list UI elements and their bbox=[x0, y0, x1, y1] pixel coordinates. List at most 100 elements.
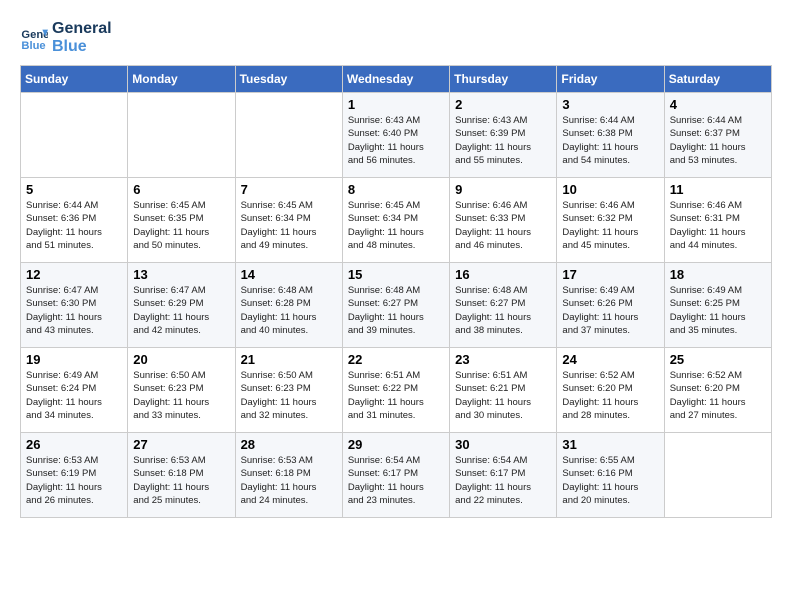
day-number: 26 bbox=[26, 437, 122, 452]
day-number: 21 bbox=[241, 352, 337, 367]
calendar-cell: 11Sunrise: 6:46 AMSunset: 6:31 PMDayligh… bbox=[664, 178, 771, 263]
day-number: 10 bbox=[562, 182, 658, 197]
day-info: Sunrise: 6:48 AMSunset: 6:27 PMDaylight:… bbox=[455, 284, 551, 337]
day-number: 20 bbox=[133, 352, 229, 367]
day-info: Sunrise: 6:43 AMSunset: 6:39 PMDaylight:… bbox=[455, 114, 551, 167]
day-number: 16 bbox=[455, 267, 551, 282]
calendar-cell: 23Sunrise: 6:51 AMSunset: 6:21 PMDayligh… bbox=[450, 348, 557, 433]
calendar-week-row: 26 Sunrise: 6:53 AMSunset: 6:19 PMDayligh… bbox=[21, 433, 772, 518]
day-info: Sunrise: 6:49 AMSunset: 6:25 PMDaylight:… bbox=[670, 284, 766, 337]
day-info: Sunrise: 6:54 AMSunset: 6:17 PMDaylight:… bbox=[348, 454, 444, 507]
day-number: 23 bbox=[455, 352, 551, 367]
svg-text:Blue: Blue bbox=[21, 40, 45, 52]
calendar-cell: 25 Sunrise: 6:52 AMSunset: 6:20 PMDayligh… bbox=[664, 348, 771, 433]
day-number: 24 bbox=[562, 352, 658, 367]
calendar-cell: 17Sunrise: 6:49 AMSunset: 6:26 PMDayligh… bbox=[557, 263, 664, 348]
day-number: 12 bbox=[26, 267, 122, 282]
calendar-cell: 3 Sunrise: 6:44 AMSunset: 6:38 PMDaylight… bbox=[557, 93, 664, 178]
calendar-cell bbox=[21, 93, 128, 178]
logo: General Blue General Blue bbox=[20, 20, 112, 55]
calendar-cell bbox=[235, 93, 342, 178]
day-number: 15 bbox=[348, 267, 444, 282]
day-info: Sunrise: 6:50 AMSunset: 6:23 PMDaylight:… bbox=[241, 369, 337, 422]
calendar-cell: 24 Sunrise: 6:52 AMSunset: 6:20 PMDayligh… bbox=[557, 348, 664, 433]
day-info: Sunrise: 6:53 AMSunset: 6:18 PMDaylight:… bbox=[133, 454, 229, 507]
day-number: 7 bbox=[241, 182, 337, 197]
calendar-cell: 22 Sunrise: 6:51 AMSunset: 6:22 PMDayligh… bbox=[342, 348, 449, 433]
calendar-cell: 4Sunrise: 6:44 AMSunset: 6:37 PMDaylight… bbox=[664, 93, 771, 178]
calendar-week-row: 12Sunrise: 6:47 AMSunset: 6:30 PMDayligh… bbox=[21, 263, 772, 348]
day-number: 18 bbox=[670, 267, 766, 282]
day-number: 14 bbox=[241, 267, 337, 282]
day-info: Sunrise: 6:44 AMSunset: 6:36 PMDaylight:… bbox=[26, 199, 122, 252]
day-info: Sunrise: 6:54 AMSunset: 6:17 PMDaylight:… bbox=[455, 454, 551, 507]
logo-text-general: General bbox=[52, 20, 112, 38]
day-info: Sunrise: 6:48 AMSunset: 6:28 PMDaylight:… bbox=[241, 284, 337, 337]
day-number: 11 bbox=[670, 182, 766, 197]
day-info: Sunrise: 6:46 AMSunset: 6:32 PMDaylight:… bbox=[562, 199, 658, 252]
day-number: 3 bbox=[562, 97, 658, 112]
calendar-cell: 19 Sunrise: 6:49 AMSunset: 6:24 PMDayligh… bbox=[21, 348, 128, 433]
day-info: Sunrise: 6:43 AMSunset: 6:40 PMDaylight:… bbox=[348, 114, 444, 167]
col-header-thursday: Thursday bbox=[450, 66, 557, 93]
day-number: 4 bbox=[670, 97, 766, 112]
calendar-cell: 31Sunrise: 6:55 AMSunset: 6:16 PMDayligh… bbox=[557, 433, 664, 518]
day-info: Sunrise: 6:49 AMSunset: 6:24 PMDaylight:… bbox=[26, 369, 122, 422]
day-info: Sunrise: 6:49 AMSunset: 6:26 PMDaylight:… bbox=[562, 284, 658, 337]
calendar-cell bbox=[664, 433, 771, 518]
day-number: 22 bbox=[348, 352, 444, 367]
calendar-cell: 29 Sunrise: 6:54 AMSunset: 6:17 PMDayligh… bbox=[342, 433, 449, 518]
day-info: Sunrise: 6:48 AMSunset: 6:27 PMDaylight:… bbox=[348, 284, 444, 337]
calendar-cell: 16 Sunrise: 6:48 AMSunset: 6:27 PMDayligh… bbox=[450, 263, 557, 348]
day-info: Sunrise: 6:51 AMSunset: 6:22 PMDaylight:… bbox=[348, 369, 444, 422]
calendar-cell: 6Sunrise: 6:45 AMSunset: 6:35 PMDaylight… bbox=[128, 178, 235, 263]
day-info: Sunrise: 6:47 AMSunset: 6:29 PMDaylight:… bbox=[133, 284, 229, 337]
day-info: Sunrise: 6:52 AMSunset: 6:20 PMDaylight:… bbox=[670, 369, 766, 422]
day-number: 9 bbox=[455, 182, 551, 197]
calendar-cell: 20 Sunrise: 6:50 AMSunset: 6:23 PMDayligh… bbox=[128, 348, 235, 433]
day-number: 6 bbox=[133, 182, 229, 197]
calendar-week-row: 1 Sunrise: 6:43 AMSunset: 6:40 PMDaylight… bbox=[21, 93, 772, 178]
logo-text-blue: Blue bbox=[52, 38, 112, 56]
calendar-table: SundayMondayTuesdayWednesdayThursdayFrid… bbox=[20, 65, 772, 518]
col-header-sunday: Sunday bbox=[21, 66, 128, 93]
day-number: 8 bbox=[348, 182, 444, 197]
calendar-cell: 15 Sunrise: 6:48 AMSunset: 6:27 PMDayligh… bbox=[342, 263, 449, 348]
day-info: Sunrise: 6:45 AMSunset: 6:34 PMDaylight:… bbox=[241, 199, 337, 252]
col-header-tuesday: Tuesday bbox=[235, 66, 342, 93]
day-info: Sunrise: 6:53 AMSunset: 6:19 PMDaylight:… bbox=[26, 454, 122, 507]
col-header-wednesday: Wednesday bbox=[342, 66, 449, 93]
day-info: Sunrise: 6:45 AMSunset: 6:34 PMDaylight:… bbox=[348, 199, 444, 252]
day-info: Sunrise: 6:44 AMSunset: 6:38 PMDaylight:… bbox=[562, 114, 658, 167]
day-info: Sunrise: 6:52 AMSunset: 6:20 PMDaylight:… bbox=[562, 369, 658, 422]
day-info: Sunrise: 6:50 AMSunset: 6:23 PMDaylight:… bbox=[133, 369, 229, 422]
calendar-cell: 21 Sunrise: 6:50 AMSunset: 6:23 PMDayligh… bbox=[235, 348, 342, 433]
calendar-cell: 18 Sunrise: 6:49 AMSunset: 6:25 PMDayligh… bbox=[664, 263, 771, 348]
day-number: 27 bbox=[133, 437, 229, 452]
calendar-cell: 26 Sunrise: 6:53 AMSunset: 6:19 PMDayligh… bbox=[21, 433, 128, 518]
calendar-week-row: 5Sunrise: 6:44 AMSunset: 6:36 PMDaylight… bbox=[21, 178, 772, 263]
col-header-friday: Friday bbox=[557, 66, 664, 93]
day-info: Sunrise: 6:46 AMSunset: 6:33 PMDaylight:… bbox=[455, 199, 551, 252]
day-number: 19 bbox=[26, 352, 122, 367]
calendar-cell: 10 Sunrise: 6:46 AMSunset: 6:32 PMDayligh… bbox=[557, 178, 664, 263]
col-header-saturday: Saturday bbox=[664, 66, 771, 93]
day-number: 13 bbox=[133, 267, 229, 282]
calendar-cell: 1 Sunrise: 6:43 AMSunset: 6:40 PMDaylight… bbox=[342, 93, 449, 178]
day-number: 29 bbox=[348, 437, 444, 452]
calendar-cell: 12Sunrise: 6:47 AMSunset: 6:30 PMDayligh… bbox=[21, 263, 128, 348]
day-number: 28 bbox=[241, 437, 337, 452]
calendar-cell: 2 Sunrise: 6:43 AMSunset: 6:39 PMDaylight… bbox=[450, 93, 557, 178]
calendar-cell: 30 Sunrise: 6:54 AMSunset: 6:17 PMDayligh… bbox=[450, 433, 557, 518]
calendar-cell bbox=[128, 93, 235, 178]
calendar-cell: 5Sunrise: 6:44 AMSunset: 6:36 PMDaylight… bbox=[21, 178, 128, 263]
day-number: 2 bbox=[455, 97, 551, 112]
day-number: 30 bbox=[455, 437, 551, 452]
day-number: 1 bbox=[348, 97, 444, 112]
col-header-monday: Monday bbox=[128, 66, 235, 93]
calendar-header-row: SundayMondayTuesdayWednesdayThursdayFrid… bbox=[21, 66, 772, 93]
calendar-cell: 14 Sunrise: 6:48 AMSunset: 6:28 PMDayligh… bbox=[235, 263, 342, 348]
day-number: 25 bbox=[670, 352, 766, 367]
day-info: Sunrise: 6:53 AMSunset: 6:18 PMDaylight:… bbox=[241, 454, 337, 507]
calendar-cell: 9 Sunrise: 6:46 AMSunset: 6:33 PMDaylight… bbox=[450, 178, 557, 263]
